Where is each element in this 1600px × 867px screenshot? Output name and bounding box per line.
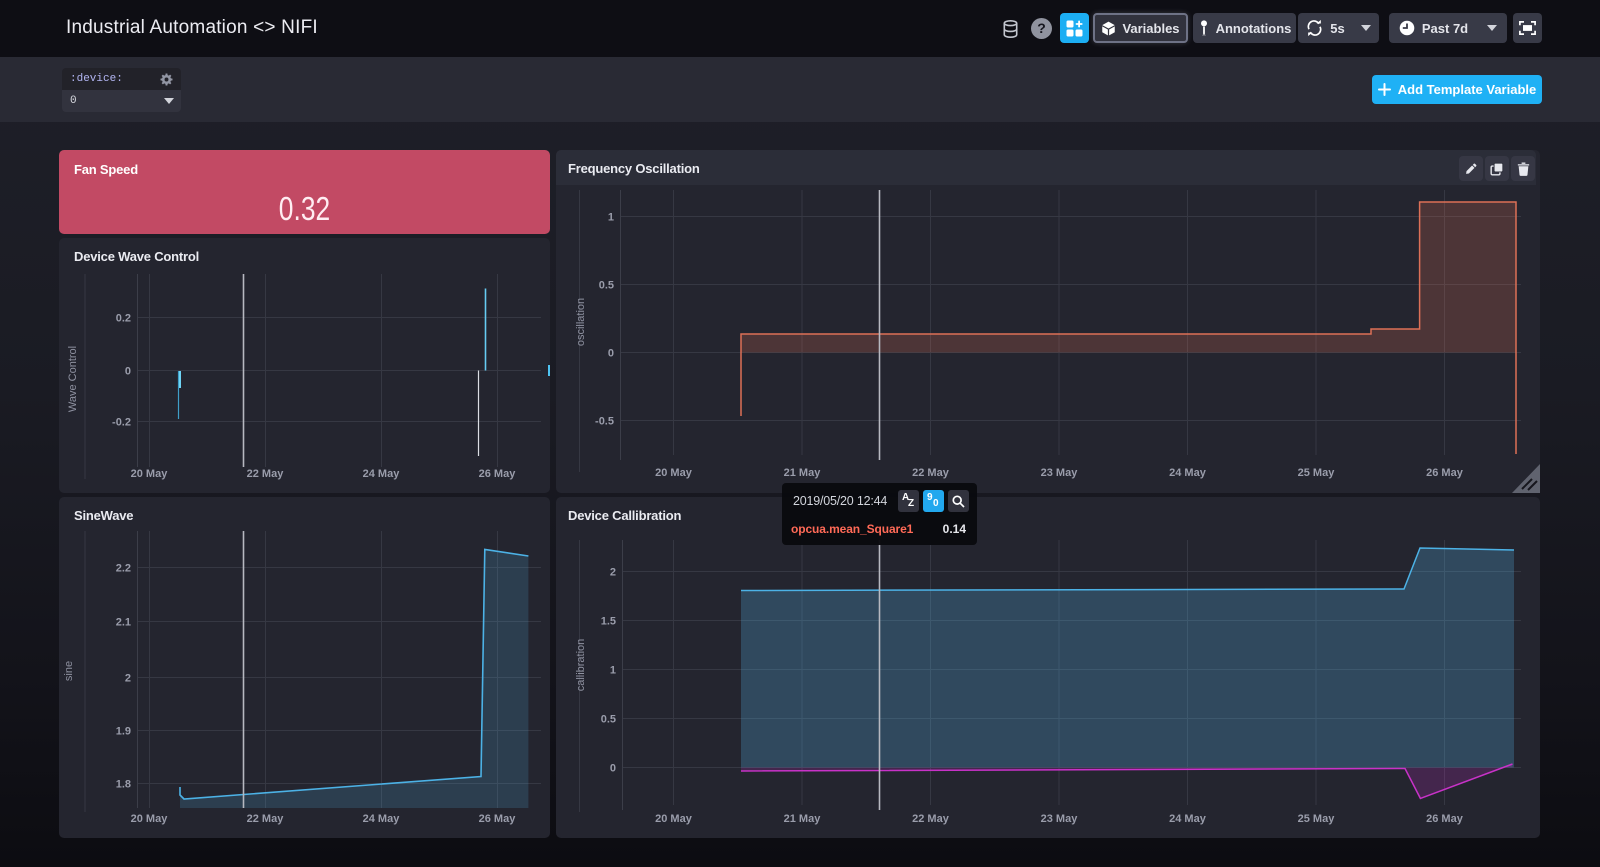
svg-text:21 May: 21 May — [784, 813, 822, 825]
svg-text:callibration: callibration — [575, 639, 587, 692]
svg-text:23 May: 23 May — [1041, 813, 1079, 825]
svg-text:1.9: 1.9 — [116, 726, 131, 738]
svg-text:24 May: 24 May — [363, 813, 401, 825]
svg-text:1: 1 — [608, 212, 614, 224]
svg-text:0.5: 0.5 — [599, 280, 614, 292]
svg-text:0: 0 — [610, 763, 616, 775]
svg-text:20 May: 20 May — [655, 813, 693, 825]
svg-text:2.2: 2.2 — [116, 563, 131, 575]
svg-text:24 May: 24 May — [1169, 813, 1207, 825]
svg-text:26 May: 26 May — [479, 813, 517, 825]
svg-text:26 May: 26 May — [479, 468, 517, 480]
svg-text:2.1: 2.1 — [116, 617, 131, 629]
svg-text:20 May: 20 May — [131, 813, 169, 825]
svg-text:oscillation: oscillation — [575, 298, 587, 346]
svg-text:25 May: 25 May — [1298, 813, 1336, 825]
svg-text:26 May: 26 May — [1426, 467, 1464, 479]
svg-text:1: 1 — [610, 665, 616, 677]
svg-text:sine: sine — [63, 661, 75, 681]
svg-text:24 May: 24 May — [1169, 467, 1207, 479]
svg-text:2: 2 — [610, 567, 616, 579]
svg-text:2: 2 — [125, 673, 131, 685]
svg-text:22 May: 22 May — [912, 467, 950, 479]
svg-text:20 May: 20 May — [655, 467, 693, 479]
svg-text:-0.2: -0.2 — [112, 417, 131, 429]
svg-text:0.2: 0.2 — [116, 313, 131, 325]
svg-text:25 May: 25 May — [1298, 467, 1336, 479]
svg-text:Wave Control: Wave Control — [67, 346, 79, 412]
svg-text:26 May: 26 May — [1426, 813, 1464, 825]
svg-text:0.5: 0.5 — [601, 714, 616, 726]
svg-text:20 May: 20 May — [131, 468, 169, 480]
svg-text:1.5: 1.5 — [601, 616, 616, 628]
svg-text:23 May: 23 May — [1041, 467, 1079, 479]
svg-text:0: 0 — [608, 348, 614, 360]
svg-text:1.8: 1.8 — [116, 779, 131, 791]
svg-text:21 May: 21 May — [784, 467, 822, 479]
svg-text:22 May: 22 May — [912, 813, 950, 825]
svg-text:-0.5: -0.5 — [595, 416, 614, 428]
svg-text:22 May: 22 May — [247, 813, 285, 825]
svg-text:22 May: 22 May — [247, 468, 285, 480]
svg-text:24 May: 24 May — [363, 468, 401, 480]
svg-text:0: 0 — [125, 366, 131, 378]
